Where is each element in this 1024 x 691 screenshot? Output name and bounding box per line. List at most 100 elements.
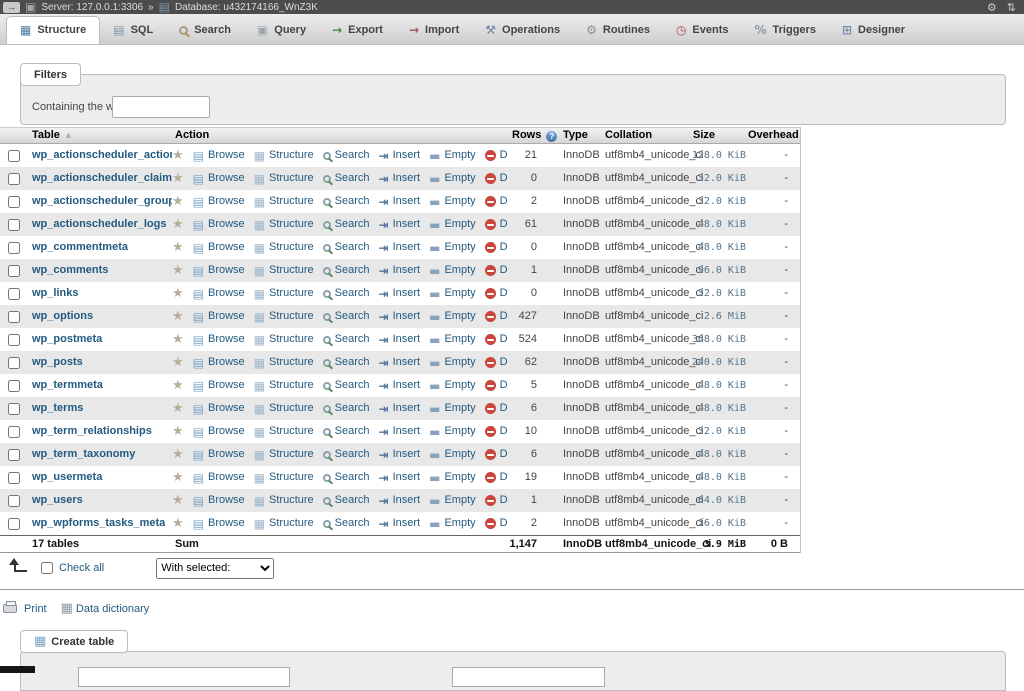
browse-link[interactable]: Browse: [193, 443, 245, 466]
search-link[interactable]: Search: [323, 190, 370, 213]
search-link[interactable]: Search: [323, 397, 370, 420]
insert-link[interactable]: Insert: [379, 374, 421, 397]
table-name-link[interactable]: wp_term_relationships: [32, 425, 152, 437]
search-link[interactable]: Search: [323, 282, 370, 305]
drop-link[interactable]: Drop: [485, 190, 508, 213]
row-checkbox[interactable]: [8, 518, 20, 530]
empty-link[interactable]: Empty: [429, 466, 476, 489]
browse-link[interactable]: Browse: [193, 259, 245, 282]
browse-link[interactable]: Browse: [193, 190, 245, 213]
search-link[interactable]: Search: [323, 351, 370, 374]
row-checkbox[interactable]: [8, 173, 20, 185]
table-name-link[interactable]: wp_posts: [32, 356, 83, 368]
insert-link[interactable]: Insert: [379, 351, 421, 374]
table-name-link[interactable]: wp_usermeta: [32, 471, 102, 483]
empty-link[interactable]: Empty: [429, 512, 476, 535]
drop-link[interactable]: Drop: [485, 282, 508, 305]
drop-link[interactable]: Drop: [485, 420, 508, 443]
favorite-star-icon[interactable]: [172, 402, 184, 415]
table-name-link[interactable]: wp_termmeta: [32, 379, 103, 391]
structure-link[interactable]: Structure: [254, 213, 314, 236]
table-name-link[interactable]: wp_actionscheduler_groups: [32, 195, 172, 207]
drop-link[interactable]: Drop: [485, 144, 508, 167]
insert-link[interactable]: Insert: [379, 144, 421, 167]
favorite-star-icon[interactable]: [172, 218, 184, 231]
browse-link[interactable]: Browse: [193, 328, 245, 351]
insert-link[interactable]: Insert: [379, 305, 421, 328]
check-all-checkbox[interactable]: [41, 562, 53, 574]
drop-link[interactable]: Drop: [485, 259, 508, 282]
insert-link[interactable]: Insert: [379, 397, 421, 420]
browse-link[interactable]: Browse: [193, 351, 245, 374]
structure-link[interactable]: Structure: [254, 374, 314, 397]
insert-link[interactable]: Insert: [379, 466, 421, 489]
insert-link[interactable]: Insert: [379, 420, 421, 443]
empty-link[interactable]: Empty: [429, 236, 476, 259]
structure-link[interactable]: Structure: [254, 328, 314, 351]
favorite-star-icon[interactable]: [172, 425, 184, 438]
browse-link[interactable]: Browse: [193, 236, 245, 259]
structure-link[interactable]: Structure: [254, 466, 314, 489]
favorite-star-icon[interactable]: [172, 356, 184, 369]
favorite-star-icon[interactable]: [172, 517, 184, 530]
favorite-star-icon[interactable]: [172, 287, 184, 300]
insert-link[interactable]: Insert: [379, 489, 421, 512]
insert-link[interactable]: Insert: [379, 190, 421, 213]
empty-link[interactable]: Empty: [429, 420, 476, 443]
data-dictionary-link[interactable]: Data dictionary: [61, 602, 150, 615]
structure-link[interactable]: Structure: [254, 397, 314, 420]
structure-link[interactable]: Structure: [254, 420, 314, 443]
structure-link[interactable]: Structure: [254, 305, 314, 328]
search-link[interactable]: Search: [323, 374, 370, 397]
with-selected-dropdown[interactable]: With selected:: [156, 558, 274, 579]
table-name-link[interactable]: wp_actionscheduler_actions: [32, 149, 172, 161]
table-name-link[interactable]: wp_postmeta: [32, 333, 102, 345]
drop-link[interactable]: Drop: [485, 512, 508, 535]
row-checkbox[interactable]: [8, 495, 20, 507]
server-breadcrumb-link[interactable]: Server: 127.0.0.1:3306: [41, 2, 143, 13]
row-checkbox[interactable]: [8, 219, 20, 231]
structure-link[interactable]: Structure: [254, 259, 314, 282]
create-table-name-input[interactable]: [78, 667, 290, 687]
database-breadcrumb-link[interactable]: Database: u432174166_WnZ3K: [175, 2, 318, 13]
table-name-link[interactable]: wp_comments: [32, 264, 108, 276]
row-checkbox[interactable]: [8, 449, 20, 461]
favorite-star-icon[interactable]: [172, 494, 184, 507]
empty-link[interactable]: Empty: [429, 397, 476, 420]
drop-link[interactable]: Drop: [485, 305, 508, 328]
search-link[interactable]: Search: [323, 512, 370, 535]
insert-link[interactable]: Insert: [379, 259, 421, 282]
search-link[interactable]: Search: [323, 305, 370, 328]
search-link[interactable]: Search: [323, 466, 370, 489]
empty-link[interactable]: Empty: [429, 259, 476, 282]
table-name-link[interactable]: wp_users: [32, 494, 83, 506]
tab-events[interactable]: Events: [663, 17, 742, 44]
tab-export[interactable]: Export: [319, 17, 396, 44]
favorite-star-icon[interactable]: [172, 149, 184, 162]
check-all-label[interactable]: Check all: [59, 562, 104, 574]
browse-link[interactable]: Browse: [193, 512, 245, 535]
drop-link[interactable]: Drop: [485, 374, 508, 397]
row-checkbox[interactable]: [8, 150, 20, 162]
insert-link[interactable]: Insert: [379, 328, 421, 351]
browse-link[interactable]: Browse: [193, 397, 245, 420]
drop-link[interactable]: Drop: [485, 351, 508, 374]
row-checkbox[interactable]: [8, 311, 20, 323]
structure-link[interactable]: Structure: [254, 282, 314, 305]
tab-triggers[interactable]: Triggers: [742, 17, 829, 44]
browse-link[interactable]: Browse: [193, 213, 245, 236]
drop-link[interactable]: Drop: [485, 328, 508, 351]
search-link[interactable]: Search: [323, 167, 370, 190]
row-checkbox[interactable]: [8, 357, 20, 369]
row-checkbox[interactable]: [8, 196, 20, 208]
nav-panel-toggle[interactable]: →: [3, 2, 20, 13]
empty-link[interactable]: Empty: [429, 328, 476, 351]
containing-word-input[interactable]: [112, 96, 210, 118]
row-checkbox[interactable]: [8, 380, 20, 392]
table-name-link[interactable]: wp_actionscheduler_logs: [32, 218, 166, 230]
table-name-link[interactable]: wp_options: [32, 310, 93, 322]
tab-import[interactable]: Import: [396, 17, 472, 44]
structure-link[interactable]: Structure: [254, 236, 314, 259]
table-name-link[interactable]: wp_terms: [32, 402, 83, 414]
empty-link[interactable]: Empty: [429, 351, 476, 374]
